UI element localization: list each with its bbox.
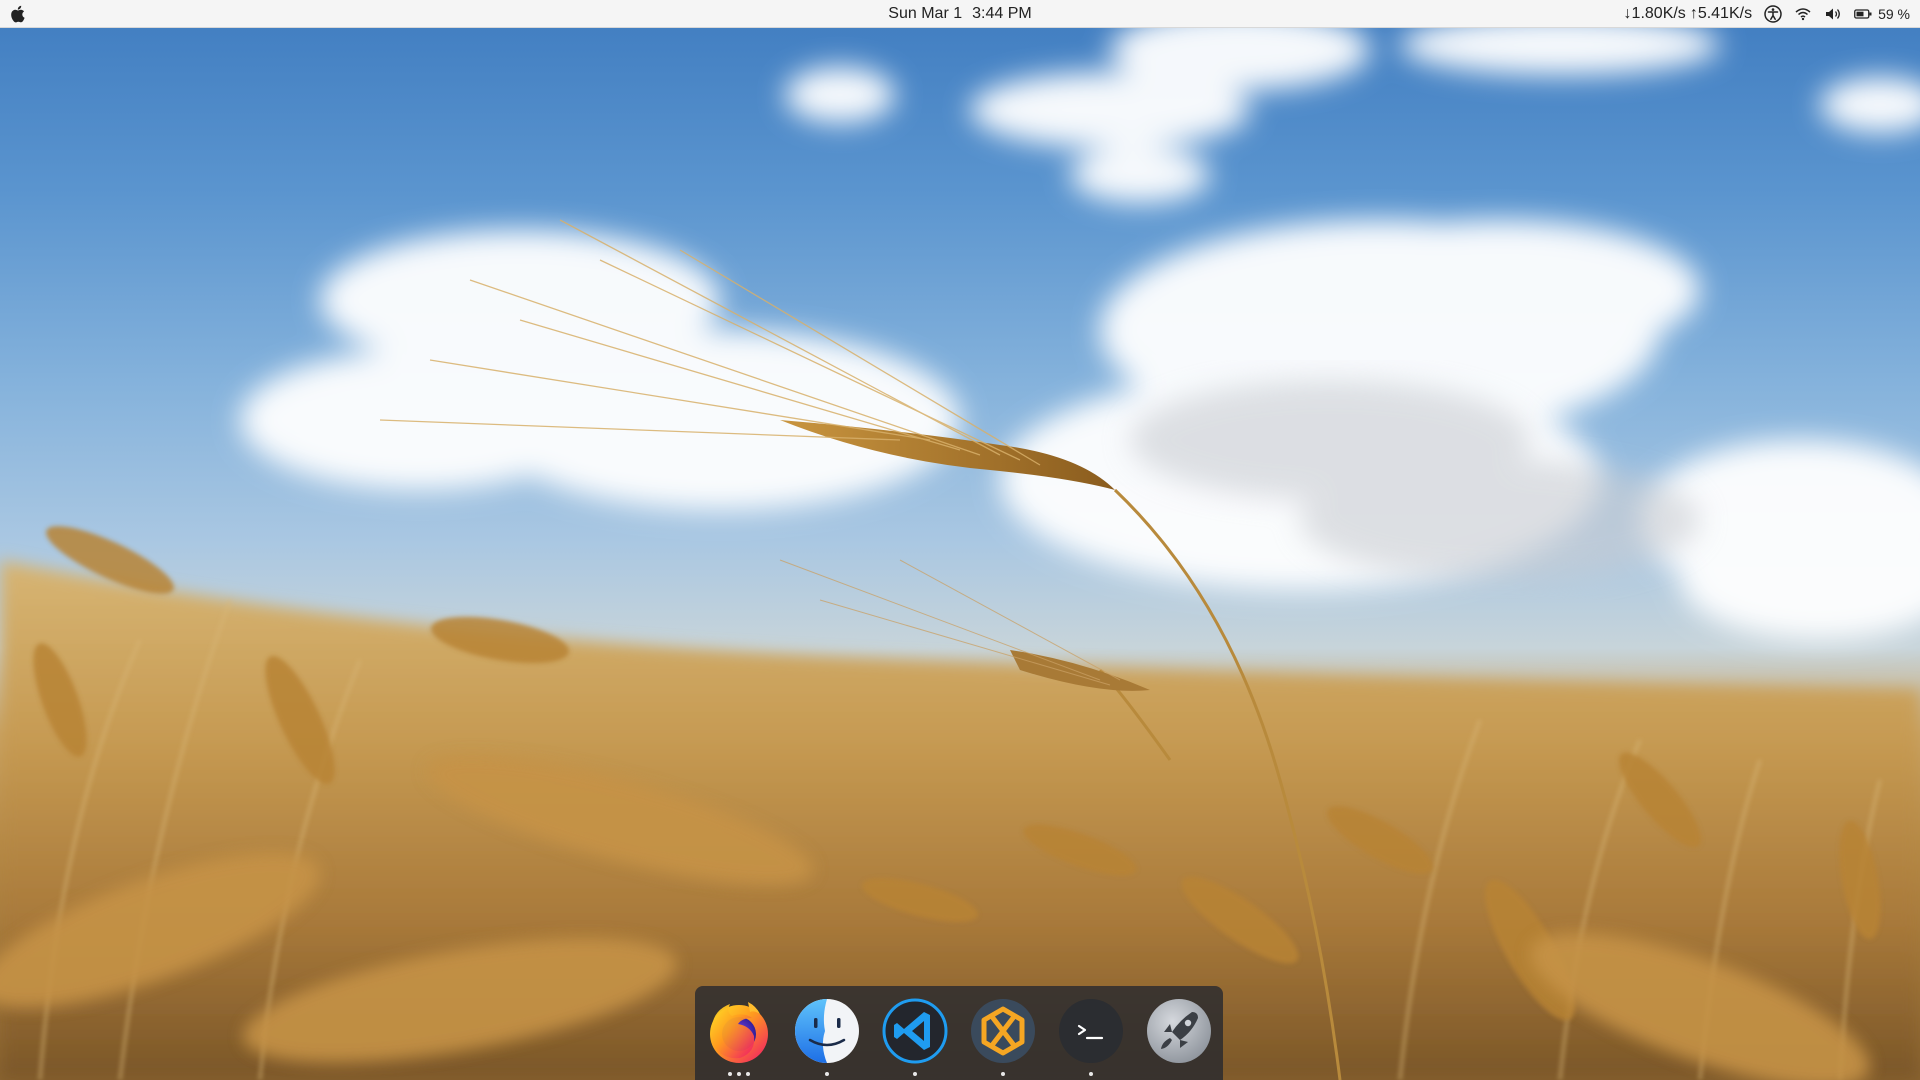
running-indicator — [703, 1072, 776, 1076]
dock-item-launchpad[interactable] — [1143, 996, 1216, 1080]
accessibility-icon[interactable] — [1764, 5, 1782, 23]
volume-icon[interactable] — [1824, 5, 1842, 23]
vscode-icon — [882, 998, 948, 1064]
dock-item-finder[interactable] — [791, 996, 864, 1080]
dock-item-vscode[interactable] — [879, 996, 952, 1080]
clock-time[interactable]: 3:44 PM — [972, 5, 1032, 23]
system-tray: ↓1.80K/s ↑5.41K/s 59 % — [1624, 0, 1910, 28]
dock-item-hexchat[interactable] — [967, 996, 1040, 1080]
apple-icon[interactable] — [10, 4, 28, 24]
hexchat-icon — [971, 999, 1035, 1063]
desktop-wallpaper — [0, 0, 1920, 1080]
top-panel: Sun Mar 1 3:44 PM ↓1.80K/s ↑5.41K/s 59 % — [0, 0, 1920, 28]
dock-item-firefox[interactable] — [703, 996, 776, 1080]
clock-date[interactable]: Sun Mar 1 — [888, 5, 962, 23]
battery-indicator[interactable]: 59 % — [1854, 5, 1910, 23]
terminal-icon — [1059, 999, 1123, 1063]
net-upload-speed: ↑5.41K/s — [1689, 5, 1753, 22]
running-indicator — [791, 1072, 864, 1076]
dock-item-terminal[interactable] — [1055, 996, 1128, 1080]
running-indicator — [879, 1072, 952, 1076]
battery-icon — [1854, 5, 1872, 23]
net-download-speed: ↓1.80K/s — [1623, 5, 1686, 22]
battery-percent: 59 % — [1878, 6, 1910, 22]
dock — [695, 986, 1223, 1080]
wifi-icon[interactable] — [1794, 5, 1812, 23]
running-indicator — [1055, 1072, 1128, 1076]
firefox-icon — [710, 1002, 768, 1063]
network-speed-indicator[interactable]: ↓1.80K/s ↑5.41K/s — [1624, 5, 1753, 23]
running-indicator — [967, 1072, 1040, 1076]
launchpad-icon — [1147, 999, 1211, 1063]
wheat-field-image — [0, 10, 1920, 1080]
finder-icon — [795, 999, 859, 1063]
